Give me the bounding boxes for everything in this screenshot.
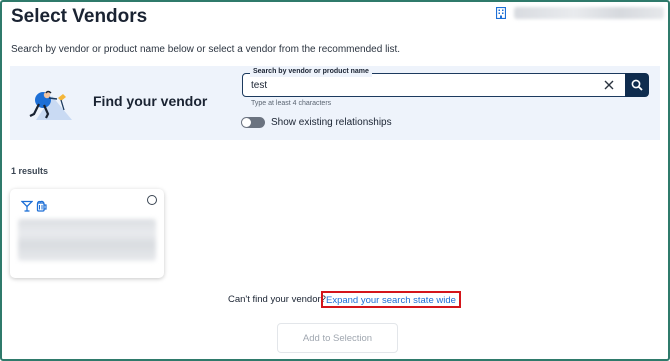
page-subtitle: Search by vendor or product name below o… [11,44,401,55]
vendor-search-input[interactable] [251,79,581,92]
organization-selector[interactable] [488,4,664,22]
vendor-result-card[interactable] [10,189,164,278]
search-button[interactable] [625,73,649,97]
page-title: Select Vendors [11,6,148,27]
vendor-search-field[interactable]: Search by vendor or product name [242,67,626,97]
find-vendor-heading: Find your vendor [93,93,208,109]
search-icon [631,79,643,91]
search-hint: Type at least 4 characters [251,100,332,107]
close-icon[interactable] [603,79,615,91]
building-icon [496,7,506,19]
vendor-category-icons [21,200,48,212]
search-field-label: Search by vendor or product name [250,67,372,77]
organization-name-redacted [514,7,664,19]
cocktail-icon [21,200,33,212]
existing-relationships-label: Show existing relationships [271,117,392,128]
toggle-knob [242,118,251,127]
find-vendor-panel: Find your vendor Search by vendor or pro… [10,66,660,140]
results-count: 1 results [11,166,49,176]
beer-mug-icon [36,200,47,212]
existing-relationships-toggle[interactable] [241,117,265,128]
vendor-select-radio[interactable] [147,195,157,205]
cant-find-vendor-text: Can't find your vendor? [228,294,326,305]
expand-search-link[interactable]: Expand your search state wide [321,291,461,308]
person-searching-illustration [29,90,72,120]
add-to-selection-button[interactable]: Add to Selection [277,323,398,353]
vendor-details-redacted [18,219,156,261]
